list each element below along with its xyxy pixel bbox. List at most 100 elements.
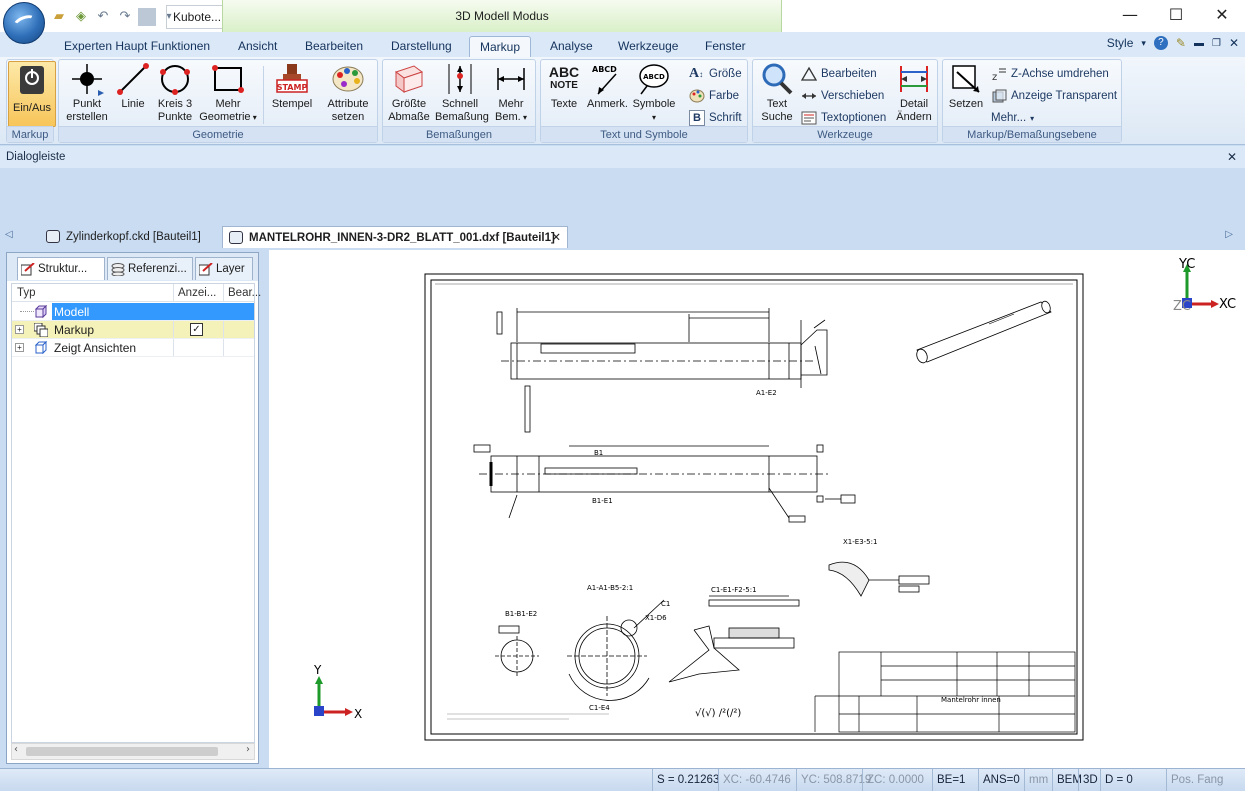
panel-tab-layer[interactable]: Layer xyxy=(195,257,253,280)
scroll-right-icon[interactable]: › xyxy=(246,744,250,755)
redo-icon[interactable]: ↷ xyxy=(116,8,134,26)
status-be[interactable]: BE=1 xyxy=(932,769,978,791)
ein-aus-button[interactable]: Ein/Aus xyxy=(8,61,56,127)
close-window-button[interactable]: ✕ xyxy=(1199,0,1245,32)
file-title-box[interactable]: Kubote... xyxy=(166,5,224,29)
tree-horizontal-scrollbar[interactable]: ‹ › xyxy=(11,743,255,760)
tree-header-anzeige[interactable]: Anzei... xyxy=(178,284,216,302)
group-bemassungen: Größte Abmaße Schnell Bemaßung Mehr Bem.… xyxy=(382,59,536,143)
notes-icon[interactable]: ✎ xyxy=(1176,36,1186,50)
tab-werkzeuge[interactable]: Werkzeuge xyxy=(618,36,678,57)
style-menu[interactable]: Style xyxy=(1107,36,1134,50)
tab-markup[interactable]: Markup xyxy=(469,36,532,57)
groesste-abmasse-button[interactable]: Größte Abmaße xyxy=(385,62,433,124)
z-achse-button[interactable]: z Z-Achse umdrehen xyxy=(991,64,1109,84)
expand-markup-icon[interactable]: + xyxy=(15,325,24,334)
status-mm[interactable]: mm xyxy=(1024,769,1052,791)
doc-tab-close-icon[interactable]: ✕ xyxy=(551,227,561,249)
mehr-geometrie-button[interactable]: Mehr Geometrie ▾ xyxy=(197,62,259,124)
tree-header-typ[interactable]: Typ xyxy=(17,284,36,302)
farbe-button[interactable]: Farbe xyxy=(689,86,739,106)
open-folder-icon[interactable]: ▰ xyxy=(50,8,68,26)
status-pos-fang[interactable]: Pos. Fang xyxy=(1166,769,1245,791)
expand-ansichten-icon[interactable]: + xyxy=(15,343,24,352)
cylinder-3d-view xyxy=(916,300,1052,364)
open-part-icon[interactable]: ◈ xyxy=(72,8,90,26)
verschieben-button[interactable]: Verschieben xyxy=(801,86,884,106)
mehr-ebene-button[interactable]: Mehr... ▾ xyxy=(991,108,1034,128)
schnell-bemassung-button[interactable]: Schnell Bemaßung xyxy=(435,62,489,124)
groesse-button[interactable]: A↕ Größe xyxy=(689,64,742,84)
tree-header-bearbeiten[interactable]: Bear... xyxy=(228,284,261,302)
group-markup: Ein/Aus Markup xyxy=(6,59,56,143)
linie-button[interactable]: Linie xyxy=(115,62,151,111)
markup-visible-checkbox[interactable]: ✓ xyxy=(190,323,203,336)
tab-analyse[interactable]: Analyse xyxy=(550,36,593,57)
ribbon-restore-icon[interactable]: ❐ xyxy=(1212,38,1221,49)
balloon-symbol-icon: ABCD xyxy=(637,62,671,96)
markup-layers-icon xyxy=(33,322,49,338)
panel-tab-struktur[interactable]: Struktur... xyxy=(17,257,105,280)
kreis-3-punkte-button[interactable]: Kreis 3 Punkte xyxy=(155,62,195,124)
label-a1-a1: A1-A1-B5-2:1 xyxy=(587,584,633,592)
triad-label-yc: YC xyxy=(1178,257,1195,272)
schrift-button[interactable]: B Schrift xyxy=(689,108,742,128)
status-scale: S = 0.21263 xyxy=(652,769,719,791)
ribbon-minimize-icon[interactable]: ▬ xyxy=(1194,38,1204,49)
status-3d[interactable]: 3D xyxy=(1078,769,1100,791)
anmerk-button[interactable]: ABCD Anmerk. xyxy=(587,62,628,111)
ribbon-close-icon[interactable]: ✕ xyxy=(1229,36,1239,50)
tab-experten[interactable]: Experten Haupt Funktionen xyxy=(64,36,210,57)
symbole-button[interactable]: ABCD Symbole ▾ xyxy=(631,62,677,124)
help-icon[interactable]: ? xyxy=(1153,36,1168,50)
setzen-button[interactable]: Setzen xyxy=(945,62,987,111)
attribute-setzen-button[interactable]: Attribute setzen xyxy=(321,62,375,124)
texte-button[interactable]: ABC NOTE Texte xyxy=(543,62,585,111)
tab-ansicht[interactable]: Ansicht xyxy=(238,36,277,57)
status-bem[interactable]: BEM xyxy=(1052,769,1082,791)
punkt-erstellen-button[interactable]: Punkt erstellen xyxy=(63,62,111,124)
middle-shaft-view xyxy=(473,444,856,523)
structure-tree: Typ Anzei... Bear... Modell + Markup ✓ +… xyxy=(11,283,261,743)
line-icon xyxy=(116,62,150,96)
circle-3-points-icon xyxy=(158,62,192,96)
scrollbar-thumb[interactable] xyxy=(26,747,218,756)
stempel-button[interactable]: STAMP Stempel xyxy=(269,62,315,111)
dialog-bar-close-icon[interactable]: ✕ xyxy=(1227,146,1237,168)
magnifier-icon xyxy=(760,62,794,96)
tab-fenster[interactable]: Fenster xyxy=(705,36,746,57)
tree-row-ansichten[interactable]: + Zeigt Ansichten xyxy=(12,339,254,357)
tab-darstellung[interactable]: Darstellung xyxy=(391,36,452,57)
drawing-canvas[interactable]: A1-E2 B1 B1-E1 X1-E3-5:1 B1-B1-E2 A1-A1-… xyxy=(269,250,1245,768)
ribbon: Ein/Aus Markup Punkt erstellen Linie Kre… xyxy=(0,57,1245,145)
status-ans[interactable]: ANS=0 xyxy=(978,769,1024,791)
anzeige-transparent-button[interactable]: Anzeige Transparent xyxy=(991,86,1117,106)
doc-tab-zylinderkopf[interactable]: Zylinderkopf.ckd [Bauteil1] xyxy=(40,226,212,248)
panel-tab-referenz[interactable]: Referenzi... xyxy=(107,257,193,280)
mehr-bem-label-2: Bem. xyxy=(495,111,521,123)
undo-icon[interactable]: ↶ xyxy=(94,8,112,26)
maximize-button[interactable]: ☐ xyxy=(1153,0,1199,32)
bearbeiten-button[interactable]: Bearbeiten xyxy=(800,64,877,84)
scroll-left-icon[interactable]: ‹ xyxy=(14,744,18,755)
app-menu-orb[interactable] xyxy=(3,2,45,44)
tab-scroll-right-icon[interactable]: ▷ xyxy=(1225,229,1233,240)
detail-aendern-button[interactable]: Detail Ändern xyxy=(893,62,935,124)
model-cube-icon xyxy=(34,304,48,319)
text-suche-button[interactable]: Text Suche xyxy=(757,62,797,124)
symbole-label: Symbole xyxy=(632,98,676,110)
status-d[interactable]: D = 0 xyxy=(1100,769,1166,791)
verschieben-label: Verschieben xyxy=(821,90,885,102)
font-bold-icon: B xyxy=(689,110,705,126)
minimize-button[interactable]: — xyxy=(1107,0,1153,32)
textoptionen-button[interactable]: Textoptionen xyxy=(801,108,886,128)
mehr-bemassung-button[interactable]: Mehr Bem. ▾ xyxy=(489,62,533,124)
tree-row-modell[interactable]: Modell xyxy=(12,303,254,321)
tree-row-markup[interactable]: + Markup ✓ xyxy=(12,321,254,339)
tab-scroll-left-icon[interactable]: ◁ xyxy=(5,229,13,240)
tab-bearbeiten[interactable]: Bearbeiten xyxy=(305,36,363,57)
triad-label-x: X xyxy=(354,707,362,721)
doc-tab-mantelrohr[interactable]: MANTELROHR_INNEN-3-DR2_BLATT_001.dxf [Ba… xyxy=(222,226,568,248)
attribute-label-1: Attribute xyxy=(327,98,369,110)
style-dropdown-icon[interactable]: ▾ xyxy=(1141,38,1146,49)
